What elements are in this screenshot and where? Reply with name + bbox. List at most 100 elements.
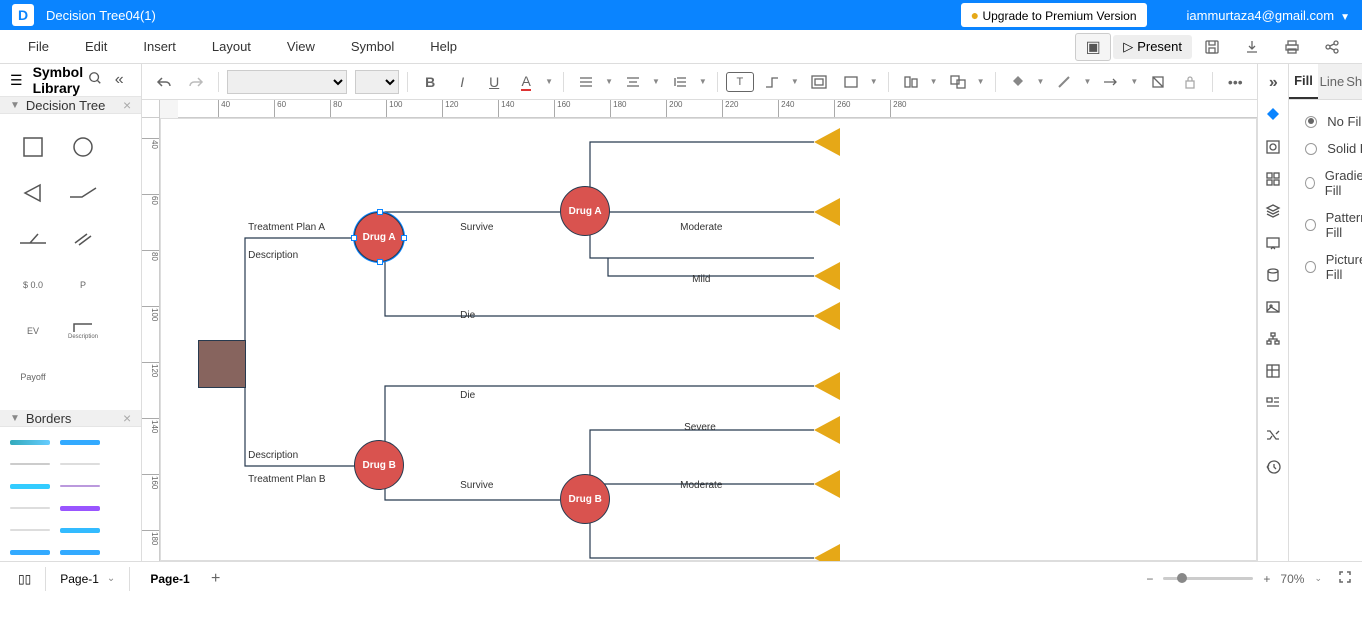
label-plan-b[interactable]: Treatment Plan B [248,474,325,485]
present-button[interactable]: ▷Present [1113,35,1192,59]
undo-button[interactable] [150,68,178,96]
connector-button[interactable] [758,68,786,96]
zoom-value[interactable]: 70% [1280,572,1304,586]
layout-icon[interactable] [1258,388,1288,418]
chevron-down-icon[interactable]: ▼ [930,77,938,86]
chevron-down-icon[interactable]: ▼ [10,413,20,424]
chance-node-drug-b[interactable]: Drug B [354,440,404,490]
chevron-down-icon[interactable]: ▼ [791,77,799,86]
bold-button[interactable]: B [416,68,444,96]
radio-no-fill[interactable]: No Fill [1305,114,1362,129]
shape-button[interactable] [837,68,865,96]
zoom-in-button[interactable]: + [1263,572,1270,586]
underline-button[interactable]: U [480,68,508,96]
terminal-node[interactable] [814,544,840,561]
label-die[interactable]: Die [460,310,475,321]
align-objects-button[interactable] [897,68,925,96]
table-icon[interactable] [1258,356,1288,386]
page-selector[interactable]: Page-1 ⌄ [52,572,123,586]
shape-ev[interactable]: EV [8,308,58,354]
fill-tool-icon[interactable] [1258,100,1288,130]
user-menu[interactable]: iammurtaza4@gmail.com▼ [1187,8,1350,23]
arrow-style-button[interactable] [1097,68,1125,96]
chevron-down-icon[interactable]: ▼ [977,77,985,86]
terminal-node[interactable] [814,470,840,498]
layers-icon[interactable] [1258,196,1288,226]
label-survive[interactable]: Survive [460,222,493,233]
menu-view[interactable]: View [269,39,333,54]
history-icon[interactable] [1258,452,1288,482]
label-plan-a[interactable]: Treatment Plan A [248,222,325,233]
zoom-out-button[interactable]: − [1146,572,1153,586]
fill-button[interactable] [1004,68,1032,96]
shape-double-line[interactable] [58,216,108,262]
border-swatch[interactable] [8,499,52,517]
shape-dollar[interactable]: $ 0.0 [8,262,58,308]
chevron-down-icon[interactable]: ⌄ [1314,573,1322,584]
org-icon[interactable] [1258,324,1288,354]
redo-button[interactable] [182,68,210,96]
border-swatch[interactable] [8,477,52,495]
image-icon[interactable] [1258,292,1288,322]
radio-pattern-fill[interactable]: Pattern Fill [1305,210,1362,240]
terminal-node[interactable] [814,372,840,400]
more-button[interactable]: ••• [1221,68,1249,96]
expand-panel-icon[interactable]: » [1258,68,1288,98]
menu-symbol[interactable]: Symbol [333,39,412,54]
slideshow-icon[interactable]: ▣ [1075,33,1111,61]
container-button[interactable] [805,68,833,96]
italic-button[interactable]: I [448,68,476,96]
add-page-button[interactable]: + [204,570,228,588]
border-swatch[interactable] [8,543,52,561]
style-icon[interactable] [1258,132,1288,162]
chevron-down-icon[interactable]: ▼ [652,77,660,86]
shape-description[interactable]: Description [58,308,108,354]
label-severe[interactable]: Severe [684,422,716,433]
shape-square[interactable] [8,124,58,170]
text-box-button[interactable]: T [726,72,754,92]
menu-help[interactable]: Help [412,39,475,54]
shuffle-icon[interactable] [1258,420,1288,450]
chevron-down-icon[interactable]: ▼ [699,77,707,86]
save-icon[interactable] [1194,33,1230,61]
shape-line[interactable] [58,170,108,216]
radio-gradient-fill[interactable]: Gradient Fill [1305,168,1362,198]
radio-picture-fill[interactable]: Picture Fill [1305,252,1362,282]
align-h-button[interactable] [572,68,600,96]
border-swatch[interactable] [58,433,102,451]
chevron-down-icon[interactable]: ▼ [545,77,553,86]
close-icon[interactable]: × [123,97,131,113]
upgrade-button[interactable]: ● Upgrade to Premium Version [961,3,1147,27]
app-logo[interactable]: D [12,4,34,26]
lock-button[interactable] [1176,68,1204,96]
tab-shadow[interactable]: Shadow [1346,64,1362,99]
border-swatch[interactable] [58,455,102,473]
decision-root-node[interactable] [198,340,246,388]
shape-p[interactable]: P [58,262,108,308]
label-description[interactable]: Description [248,250,298,261]
section-decision-tree-title[interactable]: Decision Tree [26,98,123,113]
chance-node-drug-a[interactable]: Drug A [354,212,404,262]
align-v-button[interactable] [619,68,647,96]
terminal-node[interactable] [814,302,840,330]
section-borders-title[interactable]: Borders [26,411,123,426]
terminal-node[interactable] [814,198,840,226]
shape-circle[interactable] [58,124,108,170]
chevron-down-icon[interactable]: ▼ [1083,77,1091,86]
shape-payoff[interactable]: Payoff [8,354,58,400]
download-icon[interactable] [1234,33,1270,61]
line-color-button[interactable] [1050,68,1078,96]
terminal-node[interactable] [814,416,840,444]
grid-icon[interactable] [1258,164,1288,194]
menu-file[interactable]: File [10,39,67,54]
chevron-down-icon[interactable]: ▼ [10,100,20,111]
label-moderate-b[interactable]: Moderate [680,480,722,491]
fullscreen-icon[interactable] [1338,570,1352,587]
shape-triangle[interactable] [8,170,58,216]
chance-node-drug-b-outcome[interactable]: Drug B [560,474,610,524]
collapse-icon[interactable]: « [107,71,131,89]
label-survive-b[interactable]: Survive [460,480,493,491]
tab-fill[interactable]: Fill [1289,64,1317,99]
menu-layout[interactable]: Layout [194,39,269,54]
theme-button[interactable] [1144,68,1172,96]
